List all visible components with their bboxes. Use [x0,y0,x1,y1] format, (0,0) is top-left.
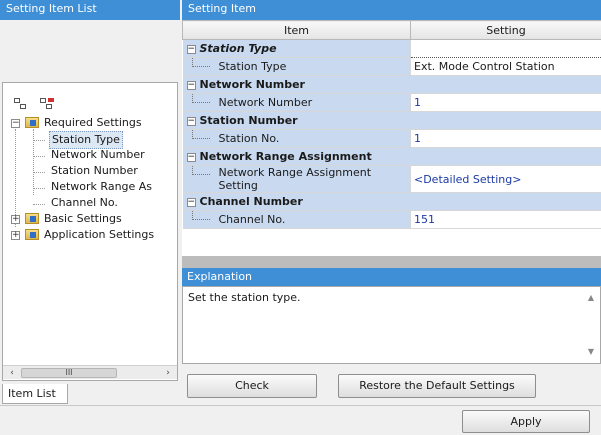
tree-collapse-icon[interactable]: − [186,152,196,162]
channel-no-value[interactable]: 151 [410,210,601,229]
collapse-all-icon[interactable] [13,97,29,111]
group-row-station-number[interactable]: − Station Number [182,111,601,130]
folder-icon [25,117,39,128]
apply-button[interactable]: Apply [462,410,590,433]
table-row[interactable]: Station Type Ext. Mode Control Station [182,57,601,76]
group-row-network-range-assignment[interactable]: − Network Range Assignment [182,147,601,166]
bottom-bar: Apply [0,405,601,435]
tree-collapse-icon[interactable]: − [186,44,196,54]
tree-expand-icon[interactable]: + [11,215,20,224]
tree-node-basic-settings[interactable]: + Basic Settings [3,211,173,227]
item-label: Station Type [218,60,287,73]
tree-label-required-settings: Required Settings [44,116,142,129]
folder-icon [25,213,39,224]
explanation-header: Explanation [182,268,601,286]
scroll-left-icon[interactable]: ‹ [5,367,19,379]
group-row-network-number[interactable]: − Network Number [182,75,601,94]
item-label: Network Number [218,96,313,109]
setting-item-list-panel: Setting Item List − Required Settings St… [0,0,180,405]
item-label: Network Range Assignment Setting [218,166,372,192]
tree-collapse-icon[interactable]: − [11,119,20,128]
tree-horizontal-scrollbar[interactable]: ‹ III › [3,365,177,379]
station-type-value[interactable]: Ext. Mode Control Station [410,57,601,76]
tree-toolbar [13,97,55,111]
item-tree-box: − Required Settings Station Type Network… [2,82,178,381]
group-value-cell [410,39,601,58]
tree-collapse-icon[interactable]: − [186,116,196,126]
group-row-channel-number[interactable]: − Channel Number [182,192,601,211]
group-row-station-type[interactable]: − Station Type [182,39,601,58]
table-row[interactable]: Network Range Assignment Setting <Detail… [182,165,601,193]
tree-node-required-settings[interactable]: − Required Settings [3,115,173,131]
setting-item-list-header: Setting Item List [0,0,180,20]
left-panel-spacer [2,20,178,80]
scroll-thumb[interactable]: III [21,368,117,378]
tree-collapse-icon[interactable]: − [186,80,196,90]
table-row[interactable]: Station No. 1 [182,129,601,148]
explanation-box: Set the station type. ▲ ▼ [182,286,601,364]
setting-item-header: Setting Item [182,0,601,20]
table-header-row: Item Setting [182,20,601,40]
table-row[interactable]: Network Number 1 [182,93,601,112]
item-label: Station No. [218,132,280,145]
tree-expand-icon[interactable]: + [11,231,20,240]
check-button[interactable]: Check [187,374,317,398]
network-range-detailed-setting-link[interactable]: <Detailed Setting> [410,165,601,193]
restore-default-settings-button[interactable]: Restore the Default Settings [338,374,536,398]
item-label: Channel No. [218,213,286,226]
column-header-setting[interactable]: Setting [410,20,601,40]
scroll-up-icon[interactable]: ▲ [584,293,598,305]
setting-table: Item Setting − Station Type Station Type … [182,20,601,229]
tree-collapse-icon[interactable]: − [186,197,196,207]
expand-all-icon[interactable] [39,97,55,111]
table-row[interactable]: Channel No. 151 [182,210,601,229]
explanation-vertical-scrollbar[interactable]: ▲ ▼ [584,287,598,363]
station-no-value[interactable]: 1 [410,129,601,148]
parameter-setting-window: Setting Item List − Required Settings St… [0,0,601,435]
setting-grid: Item Setting − Station Type Station Type … [182,20,601,282]
scroll-down-icon[interactable]: ▼ [584,347,598,359]
tree-node-application-settings[interactable]: + Application Settings [3,227,173,243]
explanation-text: Set the station type. [188,291,301,304]
column-header-item[interactable]: Item [182,20,411,40]
folder-icon [25,229,39,240]
setting-item-panel: Setting Item Item Setting − Station Type … [182,0,601,405]
network-number-value[interactable]: 1 [410,93,601,112]
scroll-right-icon[interactable]: › [161,367,175,379]
tab-item-list[interactable]: Item List [2,384,68,404]
